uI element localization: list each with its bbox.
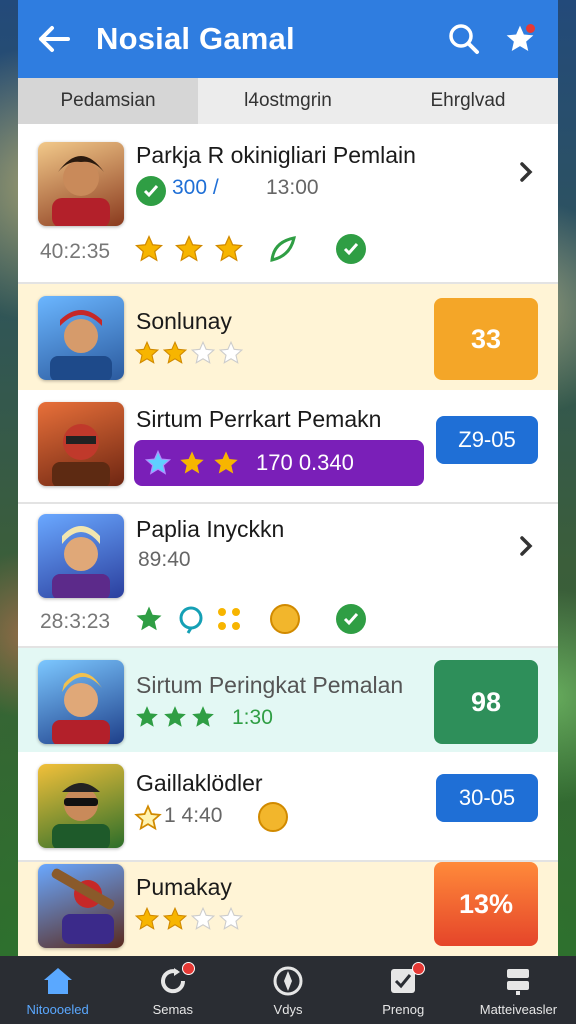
score-badge[interactable]: Z9-05 bbox=[436, 416, 538, 464]
game-thumbnail bbox=[38, 142, 124, 226]
game-title: Parkja R okinigliari Pemlain bbox=[136, 142, 416, 168]
nav-label: Semas bbox=[152, 1001, 194, 1017]
star-icon bbox=[162, 906, 188, 930]
nav-label: Nitoooeled bbox=[26, 1001, 89, 1017]
favorites-button[interactable] bbox=[500, 19, 540, 59]
back-button[interactable] bbox=[36, 21, 72, 57]
list-item[interactable]: Pumakay 13% bbox=[18, 862, 558, 956]
search-button[interactable] bbox=[444, 19, 484, 59]
leaf-icon bbox=[270, 236, 296, 262]
game-thumbnail bbox=[38, 864, 124, 948]
score-badge[interactable]: 30-05 bbox=[436, 774, 538, 822]
game-title: Paplia Inyckkn bbox=[136, 516, 285, 542]
achievement-icon bbox=[336, 234, 366, 264]
list-item[interactable]: Paplia Inyckkn 89:40 28:3:23 bbox=[18, 504, 558, 644]
coin-icon bbox=[270, 604, 300, 634]
chevron-right-icon[interactable] bbox=[514, 534, 538, 558]
search-icon bbox=[449, 24, 479, 54]
nav-label: Matteiveasler bbox=[479, 1001, 558, 1017]
list-item[interactable]: Parkja R okinigliari Pemlain 300 / 13:00… bbox=[18, 124, 558, 282]
timestamp: 28:3:23 bbox=[40, 610, 111, 633]
game-title: Sirtum Peringkat Pemalan bbox=[136, 672, 404, 698]
game-title: Sirtum Perrkart Pemakn bbox=[136, 406, 382, 432]
game-title: Gaillaklödler bbox=[136, 770, 263, 796]
check-box-icon bbox=[385, 961, 426, 998]
sparkle-icon bbox=[218, 608, 240, 630]
top-app-bar: Nosial Gamal bbox=[18, 0, 558, 78]
list-item[interactable]: Sirtum Perrkart Pemakn 170 0.340 Z9-05 bbox=[18, 392, 558, 500]
notification-dot bbox=[524, 22, 537, 35]
coin-icon bbox=[258, 802, 288, 832]
nav-item-vdys[interactable]: Vdys bbox=[230, 956, 345, 1024]
banner-text: 170 0.340 bbox=[256, 450, 354, 475]
star-icon bbox=[134, 340, 160, 364]
chevron-right-icon[interactable] bbox=[514, 160, 538, 184]
rating-stars bbox=[134, 906, 244, 932]
notification-dot bbox=[412, 961, 426, 975]
game-time: 89:40 bbox=[138, 548, 191, 571]
star-icon bbox=[134, 804, 162, 831]
promo-banner[interactable]: 170 0.340 bbox=[134, 440, 424, 486]
nav-item-matteiveasler[interactable]: Matteiveasler bbox=[461, 956, 576, 1024]
points-value: 300 / bbox=[172, 176, 219, 199]
nav-item-semas[interactable]: Semas bbox=[115, 956, 230, 1024]
server-icon bbox=[500, 964, 536, 998]
tab-l4ostmgrin[interactable]: l4ostmgrin bbox=[198, 78, 378, 124]
star-icon bbox=[136, 706, 158, 727]
rating-stars bbox=[134, 704, 216, 730]
app-frame: Nosial Gamal Pedamsian l4ostmgrin Ehrglv… bbox=[18, 0, 558, 956]
rating-stars bbox=[134, 234, 244, 264]
puzzle-icon bbox=[136, 606, 162, 631]
star-empty-icon bbox=[190, 340, 216, 364]
hint-icon bbox=[179, 606, 203, 634]
home-icon bbox=[40, 964, 76, 998]
refresh-icon bbox=[155, 961, 195, 998]
list-item[interactable]: Sonlunay 33 bbox=[18, 284, 558, 390]
nav-item-prenog[interactable]: Prenog bbox=[346, 956, 461, 1024]
game-thumbnail bbox=[38, 402, 124, 486]
nav-item-home[interactable]: Nitoooeled bbox=[0, 956, 115, 1024]
star-icon bbox=[134, 234, 164, 262]
game-thumbnail bbox=[38, 660, 124, 744]
game-time: 13:00 bbox=[266, 176, 319, 199]
compass-icon bbox=[270, 964, 306, 998]
star-icon bbox=[214, 234, 244, 262]
game-time: 1:30 bbox=[232, 706, 273, 729]
game-thumbnail bbox=[38, 764, 124, 848]
nav-label: Prenog bbox=[382, 1001, 425, 1017]
rating-stars bbox=[134, 340, 244, 366]
star-icon bbox=[174, 234, 204, 262]
star-icon bbox=[214, 451, 238, 474]
achievement-icon bbox=[336, 604, 366, 634]
score-badge[interactable]: 33 bbox=[434, 298, 538, 380]
score-badge[interactable]: 98 bbox=[434, 660, 538, 744]
tab-bar: Pedamsian l4ostmgrin Ehrglvad bbox=[18, 78, 558, 124]
list-item[interactable]: Sirtum Peringkat Pemalan 1:30 98 bbox=[18, 648, 558, 752]
bottom-navigation: Nitoooeled Semas Vdys Prenog Matteiveasl… bbox=[0, 956, 576, 1024]
points-icon bbox=[136, 176, 166, 206]
page-title: Nosial Gamal bbox=[96, 21, 295, 56]
star-empty-icon bbox=[190, 906, 216, 930]
star-icon bbox=[162, 340, 188, 364]
game-thumbnail bbox=[38, 514, 124, 598]
tab-ehrglvad[interactable]: Ehrglvad bbox=[378, 78, 558, 124]
nav-label: Vdys bbox=[273, 1001, 303, 1017]
star-icon bbox=[192, 706, 214, 727]
score-badge[interactable]: 13% bbox=[434, 862, 538, 946]
star-empty-icon bbox=[218, 906, 244, 930]
star-icon bbox=[144, 449, 172, 475]
list-item[interactable]: Gaillaklödler 1 4:40 30-05 bbox=[18, 754, 558, 858]
star-icon bbox=[164, 706, 186, 727]
game-time: 1 4:40 bbox=[164, 804, 223, 827]
game-title: Sonlunay bbox=[136, 308, 232, 334]
game-title: Pumakay bbox=[136, 874, 232, 900]
star-icon bbox=[180, 451, 204, 474]
game-thumbnail bbox=[38, 296, 124, 380]
timestamp: 40:2:35 bbox=[40, 240, 111, 263]
tab-pedamsian[interactable]: Pedamsian bbox=[18, 78, 198, 124]
star-icon bbox=[134, 906, 160, 930]
star-empty-icon bbox=[218, 340, 244, 364]
arrow-left-icon bbox=[39, 26, 70, 52]
notification-dot bbox=[181, 961, 195, 975]
